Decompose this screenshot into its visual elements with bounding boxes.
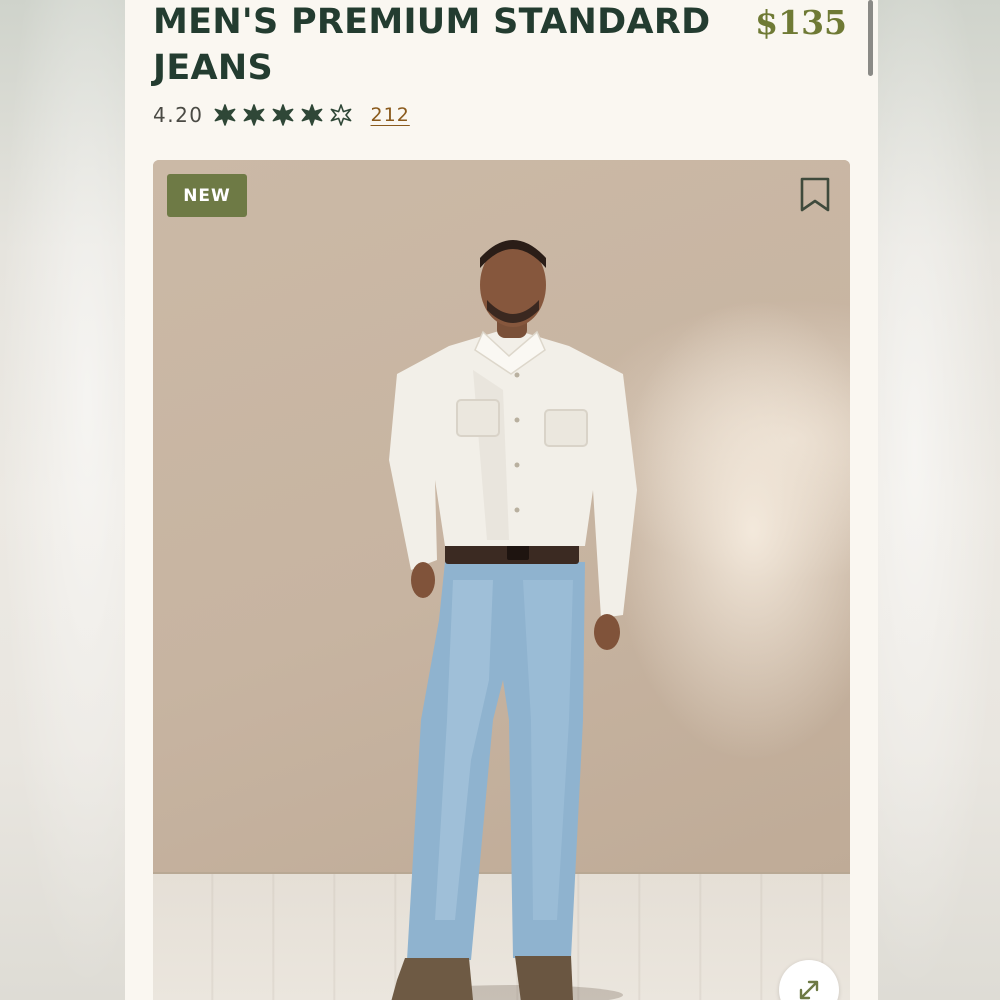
- bookmark-icon: [800, 177, 830, 212]
- star-full-icon: [214, 104, 236, 126]
- rating-value: 4.20: [153, 103, 204, 127]
- product-title: MEN'S PREMIUM STANDARD JEANS: [153, 2, 711, 88]
- new-badge: NEW: [167, 174, 247, 217]
- scrollbar-thumb[interactable]: [868, 0, 873, 76]
- review-count-link[interactable]: 212: [371, 104, 410, 126]
- model-photo: [389, 240, 637, 1000]
- star-rating: [214, 104, 359, 126]
- product-header: MEN'S PREMIUM STANDARD JEANS $135 4.20 2…: [153, 0, 853, 140]
- bookmark-button[interactable]: [796, 176, 834, 214]
- star-full-icon: [272, 104, 294, 126]
- star-full-icon: [243, 104, 265, 126]
- product-price: $135: [755, 3, 847, 42]
- expand-icon: [799, 980, 819, 1000]
- star-full-icon: [301, 104, 323, 126]
- rating-row: 4.20 212: [153, 100, 410, 130]
- product-page: MEN'S PREMIUM STANDARD JEANS $135 4.20 2…: [125, 0, 878, 1000]
- product-image[interactable]: NEW: [153, 160, 850, 1000]
- star-partial-icon: [330, 104, 352, 126]
